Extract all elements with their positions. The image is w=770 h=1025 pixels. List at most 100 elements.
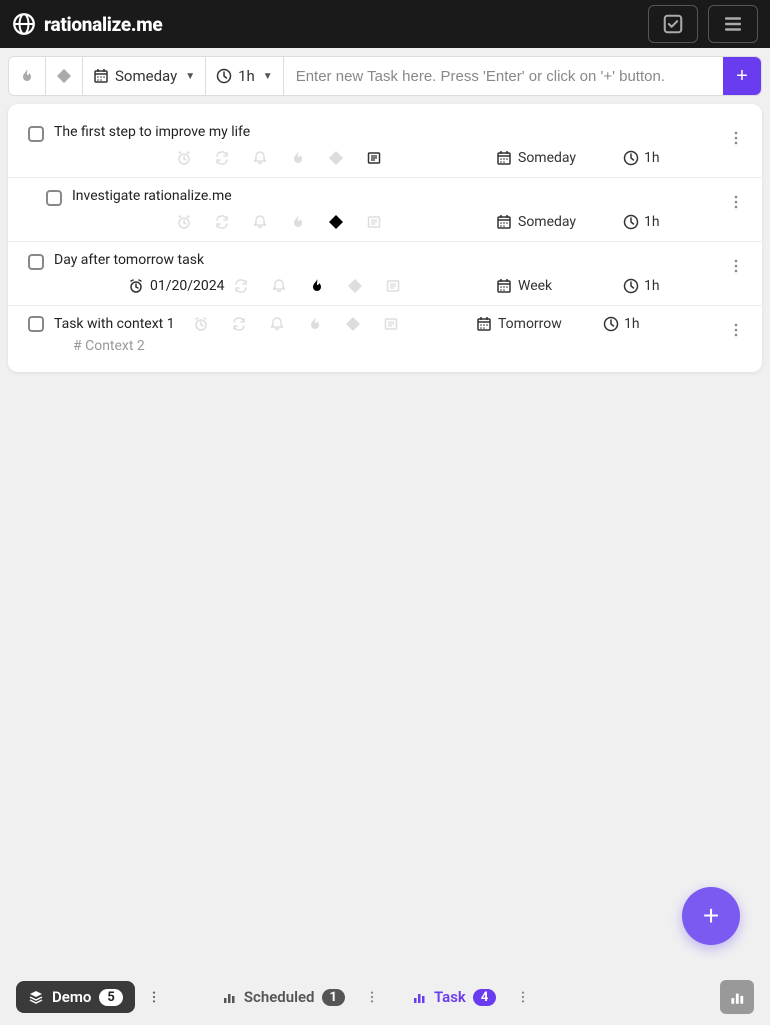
clock-icon	[623, 278, 639, 294]
task-more-button[interactable]	[516, 989, 530, 1005]
alarm-icon[interactable]	[193, 316, 209, 332]
clock-icon	[216, 68, 232, 84]
repeat-icon[interactable]	[214, 214, 230, 230]
logo[interactable]: rationalize.me	[12, 12, 162, 36]
repeat-icon[interactable]	[214, 150, 230, 166]
task-row: Investigate rationalize.me Someday 1h	[8, 178, 762, 242]
toolbar-container: Someday ▼ 1h ▼ +	[0, 48, 770, 104]
priority-icon[interactable]	[345, 316, 361, 332]
repeat-icon[interactable]	[231, 316, 247, 332]
alarm-icon[interactable]	[176, 214, 192, 230]
schedule-dropdown[interactable]: Someday ▼	[83, 57, 206, 95]
dots-vertical-icon	[728, 194, 744, 210]
dots-vertical-icon	[147, 989, 161, 1005]
priority-icon[interactable]	[328, 150, 344, 166]
fire-icon[interactable]	[307, 316, 323, 332]
demo-label: Demo	[52, 988, 91, 1006]
duration-label: 1h	[238, 67, 255, 85]
task-title[interactable]: Task with context 1	[54, 316, 175, 332]
priority-filter-button[interactable]	[46, 57, 83, 95]
clock-icon	[623, 214, 639, 230]
task-schedule[interactable]: Week	[496, 278, 552, 294]
priority-icon	[56, 68, 72, 84]
task-duration[interactable]: 1h	[623, 150, 660, 166]
new-task-toolbar: Someday ▼ 1h ▼ +	[8, 56, 762, 96]
task-title[interactable]: Day after tomorrow task	[54, 252, 204, 268]
scheduled-tab[interactable]: Scheduled 1	[213, 982, 353, 1012]
menu-icon	[722, 13, 744, 35]
calendar-icon	[93, 68, 109, 84]
task-context-tag[interactable]: # Context 2	[73, 338, 742, 354]
chevron-down-icon: ▼	[263, 71, 273, 82]
scheduled-more-button[interactable]	[365, 989, 379, 1005]
schedule-label: Someday	[115, 67, 177, 85]
bell-icon[interactable]	[269, 316, 285, 332]
task-title[interactable]: Investigate rationalize.me	[72, 188, 232, 204]
fire-icon[interactable]	[309, 278, 325, 294]
task-schedule[interactable]: Someday	[496, 214, 576, 230]
demo-more-button[interactable]	[147, 989, 161, 1005]
clock-icon	[603, 316, 619, 332]
duration-dropdown[interactable]: 1h ▼	[206, 57, 284, 95]
task-tab-label: Task	[434, 988, 466, 1006]
new-task-input[interactable]	[284, 57, 723, 95]
bars-icon	[411, 989, 427, 1005]
dots-vertical-icon	[728, 130, 744, 146]
bell-icon[interactable]	[252, 150, 268, 166]
task-checkbox[interactable]	[28, 316, 44, 332]
task-checkbox[interactable]	[28, 126, 44, 142]
menu-button[interactable]	[708, 5, 758, 43]
fire-icon	[19, 68, 35, 84]
add-task-button[interactable]: +	[723, 57, 761, 95]
alarm-icon[interactable]	[176, 150, 192, 166]
task-list-panel: The first step to improve my life Someda…	[8, 104, 762, 372]
task-row: Day after tomorrow task 01/20/2024 Week	[8, 242, 762, 306]
chevron-down-icon: ▼	[185, 71, 195, 82]
task-title[interactable]: The first step to improve my life	[54, 124, 250, 140]
app-header: rationalize.me	[0, 0, 770, 48]
task-checkbox[interactable]	[46, 190, 62, 206]
fab-add-button[interactable]: +	[682, 887, 740, 945]
demo-count: 5	[99, 989, 122, 1006]
priority-icon[interactable]	[347, 278, 363, 294]
note-icon[interactable]	[385, 278, 401, 294]
note-icon[interactable]	[366, 150, 382, 166]
scheduled-count: 1	[322, 989, 345, 1006]
task-schedule[interactable]: Someday	[496, 150, 576, 166]
note-icon[interactable]	[383, 316, 399, 332]
repeat-icon[interactable]	[233, 278, 249, 294]
task-row: Task with context 1 Tomorrow 1h # Contex…	[8, 306, 762, 362]
demo-project-pill[interactable]: Demo 5	[16, 981, 135, 1013]
task-duration[interactable]: 1h	[603, 316, 640, 332]
calendar-icon	[496, 150, 512, 166]
priority-icon[interactable]	[328, 214, 344, 230]
task-more-button[interactable]	[726, 318, 746, 342]
select-mode-button[interactable]	[648, 5, 698, 43]
fire-filter-button[interactable]	[9, 57, 46, 95]
layers-icon	[28, 989, 44, 1005]
bell-icon[interactable]	[252, 214, 268, 230]
dots-vertical-icon	[516, 989, 530, 1005]
task-date[interactable]: 01/20/2024	[128, 278, 225, 294]
clock-icon	[623, 150, 639, 166]
header-actions	[648, 5, 758, 43]
task-count: 4	[473, 989, 496, 1006]
bell-icon[interactable]	[271, 278, 287, 294]
task-duration[interactable]: 1h	[623, 214, 660, 230]
task-duration[interactable]: 1h	[623, 278, 660, 294]
task-row: The first step to improve my life Someda…	[8, 114, 762, 178]
alarm-icon	[128, 278, 144, 294]
dots-vertical-icon	[728, 258, 744, 274]
dots-vertical-icon	[728, 322, 744, 338]
task-checkbox[interactable]	[28, 254, 44, 270]
scheduled-label: Scheduled	[244, 988, 315, 1006]
bars-icon	[221, 989, 237, 1005]
bottom-bar: Demo 5 Scheduled 1 Task 4	[0, 969, 770, 1025]
task-schedule[interactable]: Tomorrow	[476, 316, 562, 332]
fire-icon[interactable]	[290, 150, 306, 166]
fire-icon[interactable]	[290, 214, 306, 230]
stats-button[interactable]	[720, 980, 754, 1014]
calendar-icon	[496, 278, 512, 294]
task-tab[interactable]: Task 4	[403, 982, 504, 1012]
note-icon[interactable]	[366, 214, 382, 230]
